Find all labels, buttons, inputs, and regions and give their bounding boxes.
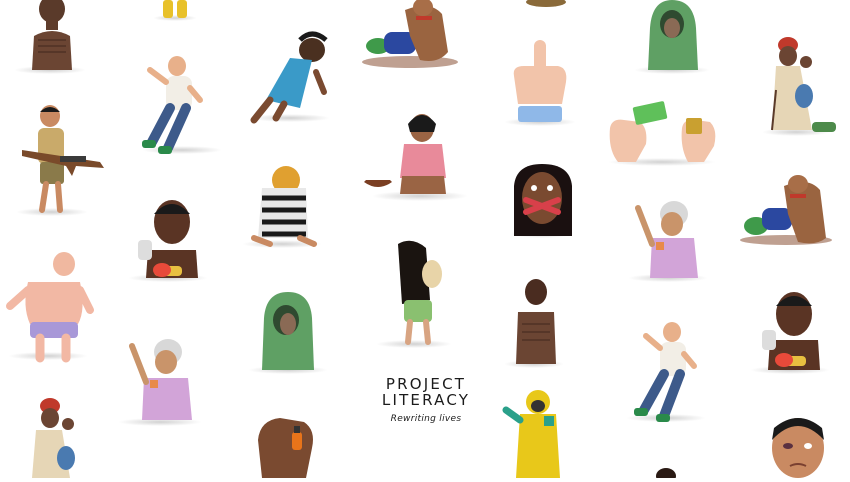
middle-finger-hand-figure: [504, 40, 576, 126]
dog-attacking-figure: [362, 0, 458, 68]
hiding-prisoner-figure: [242, 166, 322, 248]
dog-attacking-figure: [740, 175, 832, 245]
child-soldier-figure: [16, 105, 104, 216]
gagged-woman-figure: [510, 164, 574, 238]
woman-with-baby-figure: [32, 398, 75, 478]
project-literacy-logo: PROJECT LITERACY Rewriting lives: [378, 376, 474, 424]
green-hoodie-figure: [634, 0, 710, 74]
falling-man-figure: [142, 56, 222, 154]
hazmat-suit-figure: [502, 390, 560, 478]
rag-doll-figure: [250, 31, 330, 124]
crouching-girl-figure: [364, 114, 468, 201]
logo-tagline: Rewriting lives: [390, 414, 462, 424]
thin-man-figure: [504, 279, 564, 368]
hands-with-money-figure: [608, 101, 716, 166]
logo-line-1: PROJECT: [385, 375, 467, 393]
sunburned-man-figure: [6, 252, 94, 363]
boy-with-bottle-figure: [750, 292, 830, 374]
yellow-boots-figure: [153, 0, 197, 21]
partial-head-figure: [656, 468, 676, 482]
falling-man-figure: [626, 322, 706, 422]
grandmother-figure: [118, 339, 202, 426]
green-hoodie-figure: [248, 292, 328, 374]
hand-holding-bottle-figure: [258, 418, 313, 478]
boy-with-bottle-figure: [128, 200, 208, 282]
tan-object-figure: [526, 0, 566, 7]
bruised-man-figure: [772, 418, 824, 478]
grandmother-figure: [628, 201, 708, 282]
thin-boy-figure: [14, 0, 86, 74]
hair-covered-girl-figure: [376, 240, 452, 348]
woman-with-baby-figure: [762, 37, 836, 136]
logo-line-2: LITERACY: [381, 391, 471, 409]
